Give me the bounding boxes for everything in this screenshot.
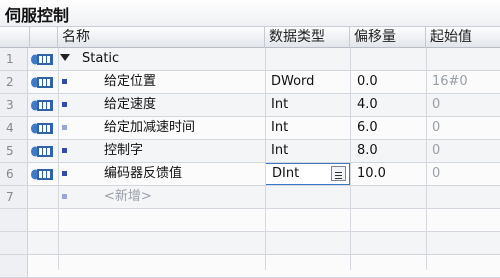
datatype-dropdown-value[interactable]: DInt (272, 164, 299, 184)
row-start-value[interactable]: 0 (432, 163, 440, 185)
row-name[interactable]: 给定位置 (104, 71, 156, 93)
row-start-value[interactable]: 16#0 (432, 71, 468, 93)
header-icon (30, 27, 58, 48)
column-divider (350, 48, 351, 270)
row-start-value[interactable]: 0 (432, 94, 440, 116)
row-number: 7 (0, 186, 28, 208)
member-bullet-icon (62, 194, 67, 199)
data-block-table: 名称 数据类型 偏移量 起始值 1 Static 2 给定位置 DWord 0.… (0, 26, 500, 278)
header-offset[interactable]: 偏移量 (350, 27, 426, 48)
header-datatype[interactable]: 数据类型 (265, 27, 350, 48)
table-row[interactable]: 4 给定加减速时间 Int 6.0 0 (0, 117, 500, 140)
db-tag-icon (30, 99, 54, 112)
row-number (0, 209, 28, 231)
table-header: 名称 数据类型 偏移量 起始值 (0, 26, 500, 48)
row-number: 5 (0, 140, 28, 162)
empty-row (0, 209, 500, 232)
member-bullet-icon (62, 102, 67, 107)
row-name[interactable]: Static (82, 48, 119, 70)
row-number: 2 (0, 71, 28, 93)
row-number: 1 (0, 48, 28, 70)
row-datatype[interactable]: Int (271, 140, 288, 162)
row-datatype[interactable]: Int (271, 94, 288, 116)
member-bullet-icon (62, 148, 67, 153)
block-title: 伺服控制 (5, 6, 70, 25)
row-offset: 8.0 (357, 143, 378, 158)
column-divider (426, 48, 427, 270)
table-row[interactable]: 2 给定位置 DWord 0.0 16#0 (0, 71, 500, 94)
row-offset: 10.0 (357, 166, 386, 181)
table-row[interactable]: 3 给定速度 Int 4.0 0 (0, 94, 500, 117)
row-start-value[interactable]: 0 (432, 117, 440, 139)
table-row[interactable]: 6 编码器反馈值 DInt 10.0 0 (0, 163, 500, 186)
row-number (0, 232, 28, 254)
header-start-value[interactable]: 起始值 (426, 27, 500, 48)
row-number: 6 (0, 163, 28, 185)
row-name[interactable]: 编码器反馈值 (104, 163, 182, 185)
db-tag-icon (30, 76, 54, 89)
table-row[interactable]: 1 Static (0, 48, 500, 71)
row-number (0, 255, 28, 277)
row-datatype[interactable]: Int (271, 117, 288, 139)
db-tag-icon (30, 53, 54, 66)
add-new-row[interactable]: <新增> (104, 186, 152, 208)
column-divider (265, 48, 266, 270)
member-bullet-icon (62, 125, 67, 130)
db-tag-icon (30, 122, 54, 135)
row-offset: 0.0 (357, 74, 378, 89)
row-number: 4 (0, 117, 28, 139)
empty-row (0, 255, 500, 278)
row-name[interactable]: 控制字 (104, 140, 143, 162)
member-bullet-icon (62, 171, 67, 176)
row-name[interactable]: 给定加减速时间 (104, 117, 195, 139)
row-number: 3 (0, 94, 28, 116)
empty-row (0, 232, 500, 255)
window-title-bar: 伺服控制 (0, 0, 500, 26)
table-row[interactable]: 7 <新增> (0, 186, 500, 209)
expand-arrow-icon[interactable] (60, 54, 70, 61)
row-offset: 4.0 (357, 97, 378, 112)
row-start-value[interactable]: 0 (432, 140, 440, 162)
table-row[interactable]: 5 控制字 Int 8.0 0 (0, 140, 500, 163)
header-rownum (0, 27, 30, 48)
db-tag-icon (30, 145, 54, 158)
row-datatype[interactable]: DWord (271, 71, 314, 93)
column-divider (58, 48, 59, 270)
row-name[interactable]: 给定速度 (104, 94, 156, 116)
member-bullet-icon (62, 79, 67, 84)
row-offset: 6.0 (357, 120, 378, 135)
datatype-dropdown[interactable]: DInt (265, 163, 350, 185)
header-name[interactable]: 名称 (58, 27, 265, 48)
list-picker-icon[interactable] (331, 166, 346, 181)
db-tag-icon (30, 168, 54, 181)
